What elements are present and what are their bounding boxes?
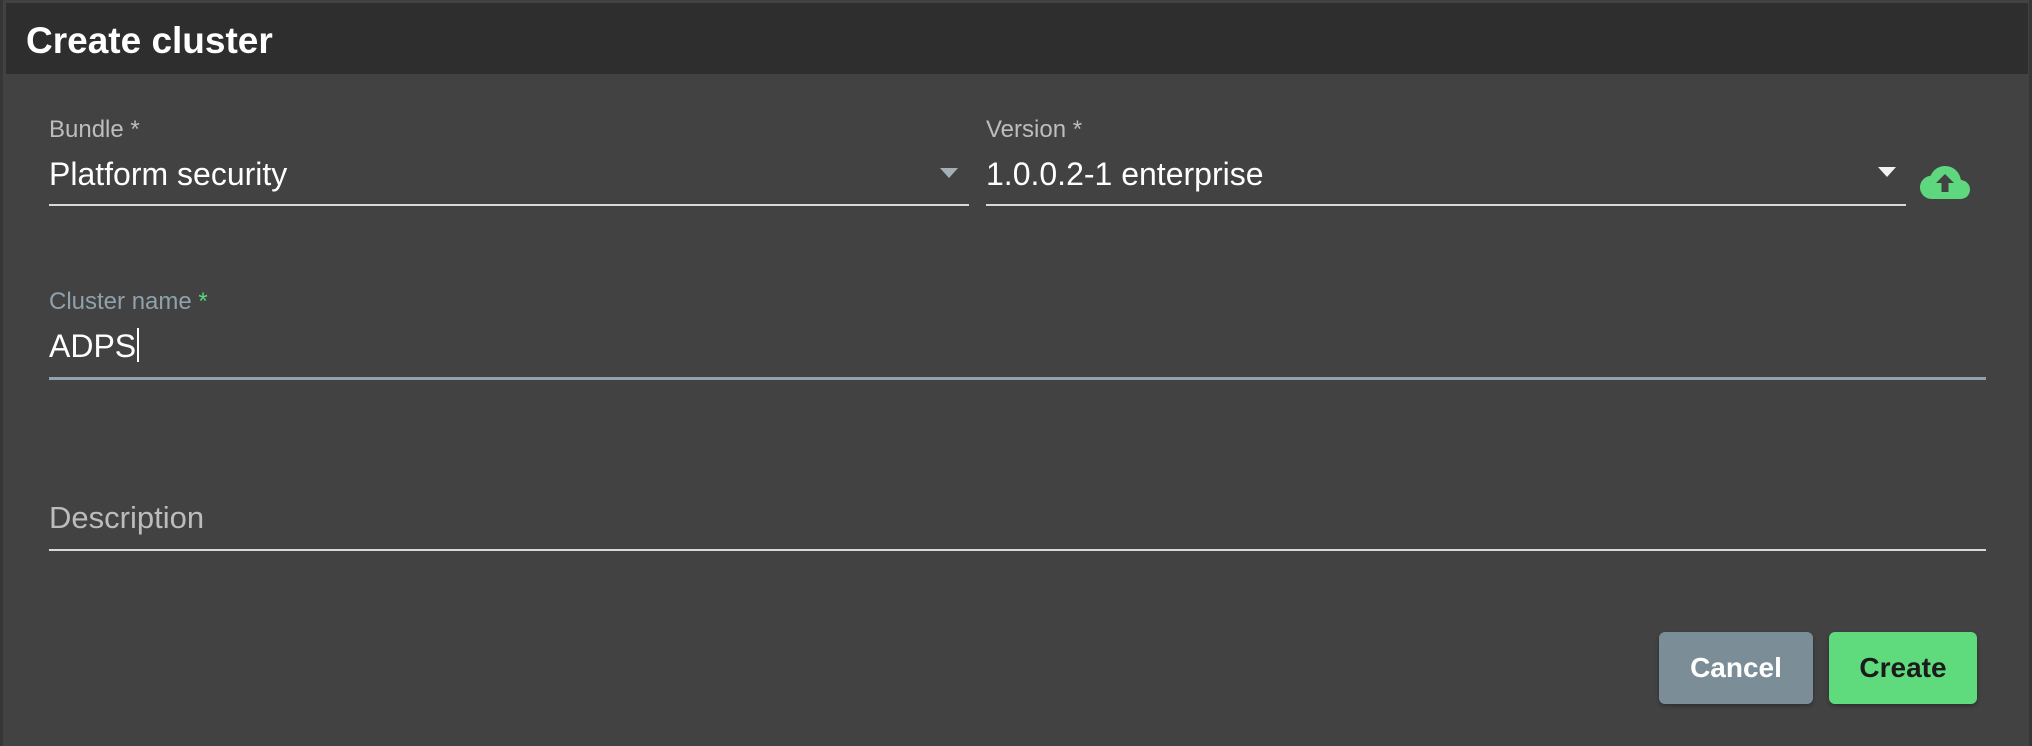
cluster-name-value[interactable]: ADPS: [49, 328, 136, 364]
required-indicator: *: [198, 288, 208, 315]
cluster-name-underline: [49, 377, 1986, 380]
bundle-underline: [49, 204, 969, 206]
chevron-down-icon[interactable]: [1878, 167, 1896, 177]
create-cluster-dialog: Create cluster Bundle * Platform securit…: [0, 0, 2032, 746]
description-underline: [49, 549, 1986, 551]
description-input[interactable]: Description: [49, 500, 204, 536]
text-cursor: [137, 328, 140, 362]
bundle-value[interactable]: Platform security: [49, 156, 287, 193]
bundle-select[interactable]: Bundle * Platform security: [49, 114, 969, 208]
dialog-title: Create cluster: [26, 20, 273, 61]
version-value[interactable]: 1.0.0.2-1 enterprise: [986, 156, 1264, 193]
dialog-header: Create cluster: [6, 3, 2028, 74]
chevron-down-icon[interactable]: [940, 168, 958, 178]
bundle-label: Bundle *: [49, 116, 140, 143]
cluster-name-label-text: Cluster name: [49, 288, 192, 315]
cluster-name-input[interactable]: ADPS: [49, 328, 140, 365]
cloud-upload-icon[interactable]: [1919, 164, 1971, 202]
version-underline: [986, 204, 1906, 206]
cluster-name-field[interactable]: Cluster name * ADPS: [49, 284, 1986, 384]
version-select[interactable]: Version * 1.0.0.2-1 enterprise: [986, 114, 1906, 208]
cancel-button[interactable]: Cancel: [1659, 632, 1813, 704]
version-label: Version *: [986, 116, 1083, 143]
create-button[interactable]: Create: [1829, 632, 1977, 704]
description-field[interactable]: Description: [49, 496, 1986, 552]
cluster-name-label: Cluster name *: [49, 288, 208, 316]
